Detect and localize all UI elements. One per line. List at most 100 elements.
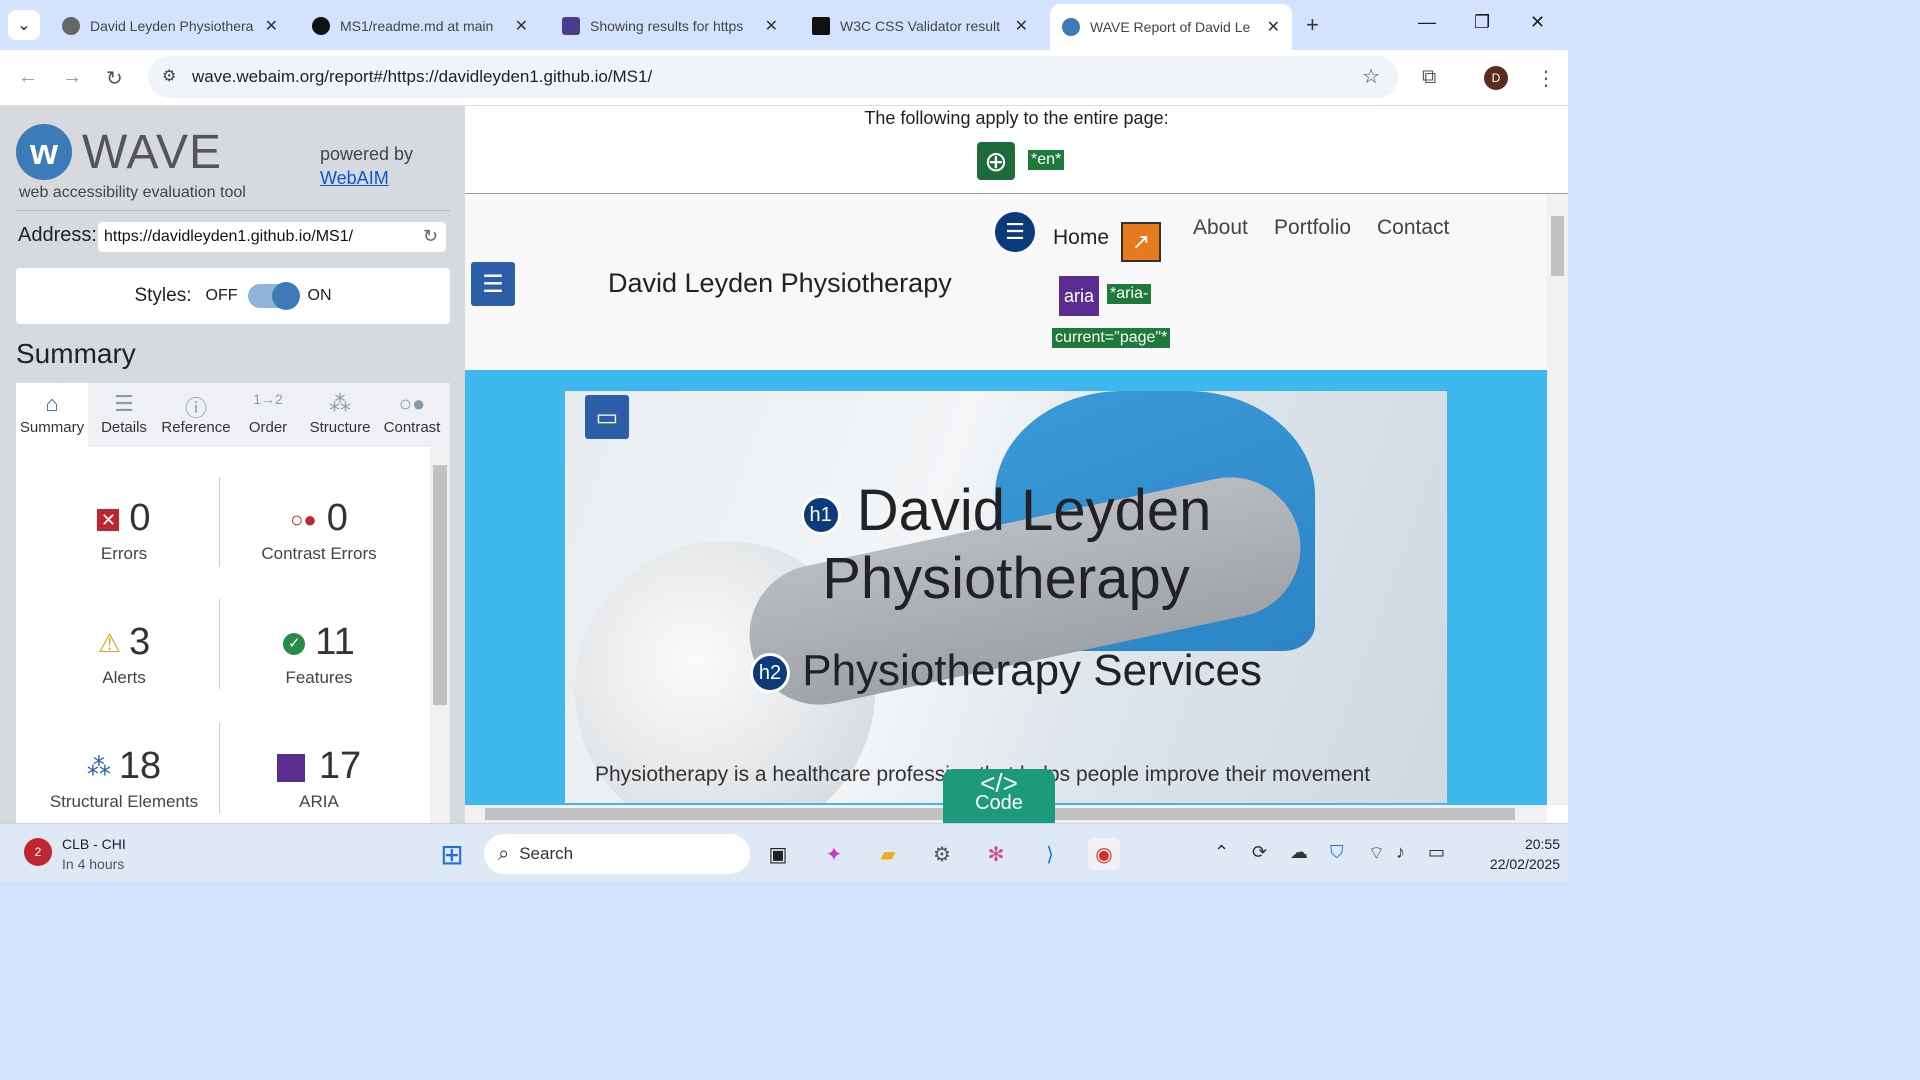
- hero-heading: h1 David Leyden: [565, 477, 1447, 545]
- minimize-button[interactable]: —: [1418, 12, 1436, 33]
- taskbar-search[interactable]: ⌕ Search: [484, 834, 750, 874]
- errors-stat[interactable]: ✕ 0 Errors: [24, 497, 224, 564]
- h2-badge[interactable]: h2: [750, 653, 790, 694]
- globe-icon: [62, 17, 80, 35]
- menu-icon[interactable]: ⋮: [1536, 66, 1556, 91]
- battery-icon[interactable]: ▭: [1428, 842, 1445, 863]
- tab-details[interactable]: ☰ Details: [88, 383, 160, 447]
- sync-icon[interactable]: ⟳: [1252, 842, 1267, 863]
- browser-tab[interactable]: W3C CSS Validator result ✕: [800, 8, 1040, 44]
- profile-avatar[interactable]: D: [1484, 66, 1508, 90]
- powered-by: powered by WebAIM: [320, 142, 413, 190]
- reload-button[interactable]: ↻: [106, 66, 123, 91]
- address-label: Address:: [18, 224, 97, 246]
- browser-tab[interactable]: David Leyden Physiothera ✕: [50, 8, 290, 44]
- page-vertical-scrollbar[interactable]: [1547, 194, 1568, 805]
- aria-current-tag: *aria-: [1107, 284, 1152, 304]
- wave-logo-text: WAVE: [82, 125, 223, 179]
- code-toggle-button[interactable]: </> Code: [943, 769, 1055, 823]
- webaim-link[interactable]: WebAIM: [320, 168, 389, 188]
- language-globe-icon[interactable]: ⊕: [977, 142, 1015, 180]
- new-tab-button[interactable]: +: [1306, 12, 1319, 38]
- contrast-error-icon: ○●: [290, 506, 317, 532]
- summary-panel: ✕ 0 Errors ○● 0 Contrast Errors ⚠ 3 Alerts …: [16, 447, 450, 823]
- chrome-icon[interactable]: ◉: [1088, 838, 1120, 870]
- security-shield-icon[interactable]: ⛉: [1330, 842, 1344, 863]
- close-tab-icon[interactable]: ✕: [265, 16, 278, 36]
- close-tab-icon[interactable]: ✕: [1015, 16, 1028, 36]
- back-button[interactable]: ←: [18, 66, 38, 89]
- onedrive-icon[interactable]: ☁: [1290, 842, 1308, 863]
- tab-order[interactable]: 1→2 Order: [232, 383, 304, 447]
- clock[interactable]: 20:55 22/02/2025: [1460, 834, 1560, 874]
- copilot-icon[interactable]: ✦: [818, 838, 850, 870]
- browser-tab[interactable]: MS1/readme.md at main ✕: [300, 8, 540, 44]
- features-stat[interactable]: ✓ 11 Features: [219, 621, 419, 688]
- nav-about[interactable]: About: [1193, 216, 1248, 240]
- tab-structure[interactable]: ⁂ Structure: [304, 383, 376, 447]
- styles-label: Styles:: [134, 285, 192, 306]
- tab-summary[interactable]: ⌂ Summary: [16, 383, 88, 447]
- tab-search-button[interactable]: ⌄: [8, 10, 40, 40]
- hero-heading-line2: Physiotherapy: [822, 546, 1190, 611]
- nav-home[interactable]: Home: [1053, 226, 1109, 250]
- hero-image: ▭ h1 David Leyden Physiotherapy h2 Physi…: [565, 391, 1447, 803]
- refresh-icon[interactable]: ↻: [423, 226, 438, 247]
- start-icon[interactable]: ⊞: [436, 838, 468, 870]
- wave-tabs: ⌂ Summary ☰ Details ⓘ Reference 1→2 Order ⁂ S…: [16, 383, 450, 447]
- weather-icon[interactable]: 2: [24, 838, 52, 866]
- bookmark-star-icon[interactable]: ☆: [1362, 64, 1380, 89]
- region-icon[interactable]: ▭: [585, 395, 629, 439]
- list-icon: ☰: [114, 391, 134, 416]
- home-icon: ⌂: [45, 391, 59, 416]
- styles-off-label: OFF: [205, 287, 238, 304]
- slack-icon[interactable]: ✻: [980, 838, 1012, 870]
- task-view-icon[interactable]: ▣: [762, 838, 794, 870]
- weather-widget[interactable]: CLB - CHI In 4 hours: [62, 834, 126, 874]
- error-icon: ✕: [97, 508, 120, 531]
- tab-contrast[interactable]: ○● Contrast: [376, 383, 448, 447]
- restore-button[interactable]: ❐: [1474, 12, 1490, 33]
- structural-elements-stat[interactable]: ⁂ 18 Structural Elements: [24, 745, 224, 812]
- tab-title: Showing results for https: [590, 18, 744, 34]
- volume-icon[interactable]: ♪: [1396, 842, 1405, 863]
- page-region-icon[interactable]: ☰: [471, 262, 515, 306]
- wave-tagline: web accessibility evaluation tool: [19, 184, 246, 201]
- code-icon: </>: [980, 768, 1018, 798]
- browser-tab[interactable]: Showing results for https ✕: [550, 8, 790, 44]
- show-hidden-icons[interactable]: ⌃: [1214, 842, 1229, 863]
- h1-badge[interactable]: h1: [800, 494, 841, 535]
- aria-stat[interactable]: 17 ARIA: [219, 745, 419, 812]
- nav-contact[interactable]: Contact: [1377, 216, 1449, 240]
- close-tab-icon[interactable]: ✕: [515, 16, 528, 36]
- extensions-icon[interactable]: ⧉: [1422, 66, 1436, 89]
- file-explorer-icon[interactable]: ▰: [872, 838, 904, 870]
- site-info-icon[interactable]: ⚙: [162, 66, 176, 86]
- nav-portfolio[interactable]: Portfolio: [1274, 216, 1351, 240]
- styles-toggle[interactable]: [247, 282, 300, 310]
- close-tab-icon[interactable]: ✕: [1267, 17, 1280, 37]
- chevron-down-icon: ⌄: [17, 17, 31, 34]
- wave-logo: w WAVE: [16, 124, 222, 180]
- address-bar[interactable]: ⚙ wave.webaim.org/report#/https://davidl…: [148, 56, 1398, 98]
- close-tab-icon[interactable]: ✕: [765, 16, 778, 36]
- contrast-errors-stat[interactable]: ○● 0 Contrast Errors: [219, 497, 419, 564]
- navigation-list-icon[interactable]: ☰: [995, 212, 1035, 252]
- browser-tab-active[interactable]: WAVE Report of David Le ✕: [1050, 4, 1292, 50]
- search-icon: ⌕: [498, 842, 510, 865]
- wifi-icon[interactable]: ⌔: [1368, 842, 1385, 865]
- order-icon: 1→2: [253, 391, 283, 407]
- structure-icon: ⁂: [329, 391, 351, 416]
- sidebar-scrollbar[interactable]: [430, 447, 450, 823]
- url-text: wave.webaim.org/report#/https://davidley…: [192, 67, 653, 86]
- alerts-stat[interactable]: ⚠ 3 Alerts: [24, 621, 224, 688]
- aria-icon[interactable]: aria: [1059, 276, 1099, 316]
- address-input[interactable]: https://davidleyden1.github.io/MS1/ ↻: [98, 222, 446, 252]
- settings-icon[interactable]: ⚙: [926, 838, 958, 870]
- vscode-icon[interactable]: ⟩: [1034, 838, 1066, 870]
- address-value: https://davidleyden1.github.io/MS1/: [104, 228, 354, 245]
- tab-reference[interactable]: ⓘ Reference: [160, 383, 232, 447]
- alert-link-icon[interactable]: ↗: [1121, 222, 1161, 262]
- forward-button[interactable]: →: [62, 66, 82, 89]
- close-window-button[interactable]: ✕: [1530, 12, 1545, 33]
